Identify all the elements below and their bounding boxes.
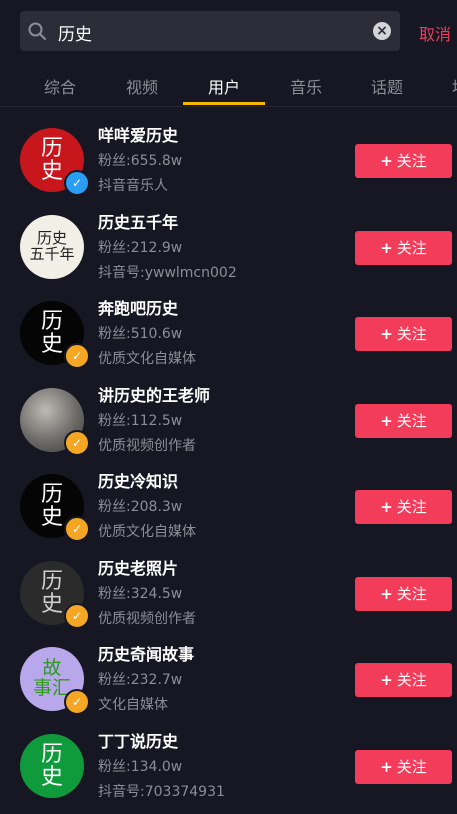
avatar-logo-text: 历史 五千年: [29, 229, 75, 263]
follow-label: 关注: [396, 239, 427, 257]
user-row[interactable]: 历史 五千年 历史五千年 粉丝:212.9w 抖音号:ywwlmcn002 + 关注: [0, 209, 457, 295]
user-description: 优质视频创作者: [98, 438, 196, 454]
cancel-button[interactable]: 取消: [419, 21, 451, 45]
tab-users[interactable]: 用户: [208, 74, 240, 98]
user-fans: 粉丝:232.7w: [98, 672, 183, 688]
checkmark-icon: ✓: [64, 430, 90, 456]
clear-icon[interactable]: ×: [373, 22, 391, 40]
tab-videos[interactable]: 视频: [126, 74, 158, 98]
follow-label: 关注: [396, 671, 427, 689]
follow-button[interactable]: + 关注: [355, 231, 452, 265]
follow-label: 关注: [396, 585, 427, 603]
plus-icon: +: [380, 498, 393, 516]
search-icon: [28, 22, 46, 40]
user-row[interactable]: 历史 ✓ 奔跑吧历史粉丝:510.6w 优质文化自媒体 + 关注: [0, 295, 457, 381]
avatar[interactable]: 历史 五千年: [20, 215, 84, 279]
follow-button[interactable]: + 关注: [355, 663, 452, 697]
user-row[interactable]: 历史 ✓ 咩咩爱历史粉丝:655.8w 抖音音乐人 + 关注: [0, 122, 457, 208]
user-fans: 粉丝:212.9w: [98, 240, 183, 256]
checkmark-icon: ✓: [64, 343, 90, 369]
avatar[interactable]: 历史: [20, 734, 84, 798]
avatar-logo-text: 历史: [40, 568, 63, 617]
user-description: 优质视频创作者: [98, 611, 196, 627]
tab-bar: 综合 视频 用户 音乐 话题 地: [0, 66, 457, 106]
follow-label: 关注: [396, 758, 427, 776]
checkmark-icon: ✓: [64, 603, 90, 629]
checkmark-icon: ✓: [64, 170, 90, 196]
follow-label: 关注: [396, 498, 427, 516]
user-fans: 粉丝:112.5w: [98, 413, 183, 429]
search-input[interactable]: 历史: [58, 20, 92, 45]
user-row[interactable]: 历史 ✓ 历史冷知识粉丝:208.3w 优质文化自媒体 + 关注: [0, 468, 457, 554]
user-name[interactable]: 历史老照片: [98, 555, 178, 579]
follow-label: 关注: [396, 152, 427, 170]
user-description: 文化自媒体: [98, 697, 168, 713]
plus-icon: +: [380, 758, 393, 776]
avatar-logo-text: 故事汇: [32, 657, 71, 699]
checkmark-icon: ✓: [64, 516, 90, 542]
plus-icon: +: [380, 671, 393, 689]
user-name[interactable]: 丁丁说历史: [98, 728, 178, 752]
user-fans: 粉丝:134.0w: [98, 759, 183, 775]
follow-button[interactable]: + 关注: [355, 490, 452, 524]
user-name[interactable]: 历史冷知识: [98, 468, 178, 492]
plus-icon: +: [380, 239, 393, 257]
user-name[interactable]: 历史奇闻故事: [98, 641, 194, 665]
user-description: 优质文化自媒体: [98, 351, 196, 367]
follow-button[interactable]: + 关注: [355, 750, 452, 784]
tab-places[interactable]: 地: [452, 74, 457, 98]
user-name[interactable]: 奔跑吧历史: [98, 295, 178, 319]
search-bar[interactable]: 历史 ×: [20, 11, 400, 51]
user-description: 优质文化自媒体: [98, 524, 196, 540]
follow-label: 关注: [396, 412, 427, 430]
user-description: 抖音号:ywwlmcn002: [98, 265, 237, 281]
follow-label: 关注: [396, 325, 427, 343]
user-fans: 粉丝:655.8w: [98, 153, 183, 169]
plus-icon: +: [380, 412, 393, 430]
user-name[interactable]: 咩咩爱历史: [98, 122, 178, 146]
avatar-logo-text: 历史: [40, 481, 63, 530]
user-fans: 粉丝:510.6w: [98, 326, 183, 342]
avatar-logo-text: 历史: [40, 308, 63, 357]
checkmark-icon: ✓: [64, 689, 90, 715]
user-name[interactable]: 历史五千年: [98, 209, 178, 233]
tab-topics[interactable]: 话题: [371, 74, 403, 98]
plus-icon: +: [380, 152, 393, 170]
follow-button[interactable]: + 关注: [355, 577, 452, 611]
active-tab-indicator: [183, 102, 265, 105]
divider: [0, 106, 457, 107]
plus-icon: +: [380, 325, 393, 343]
user-row[interactable]: 历史 ✓ 历史老照片粉丝:324.5w 优质视频创作者 + 关注: [0, 555, 457, 641]
follow-button[interactable]: + 关注: [355, 404, 452, 438]
user-row[interactable]: 历史 丁丁说历史粉丝:134.0w 抖音号:703374931 + 关注: [0, 728, 457, 814]
user-row[interactable]: ✓ 讲历史的王老师粉丝:112.5w 优质视频创作者 + 关注: [0, 382, 457, 468]
user-description: 抖音号:703374931: [98, 784, 225, 800]
avatar-logo-text: 历史: [40, 741, 63, 790]
user-fans: 粉丝:324.5w: [98, 586, 183, 602]
follow-button[interactable]: + 关注: [355, 144, 452, 178]
user-name[interactable]: 讲历史的王老师: [98, 382, 210, 406]
tab-general[interactable]: 综合: [44, 74, 76, 98]
user-fans: 粉丝:208.3w: [98, 499, 183, 515]
plus-icon: +: [380, 585, 393, 603]
tab-music[interactable]: 音乐: [290, 74, 322, 98]
avatar-logo-text: 历史: [40, 135, 63, 184]
user-description: 抖音音乐人: [98, 178, 168, 194]
follow-button[interactable]: + 关注: [355, 317, 452, 351]
user-row[interactable]: 故事汇 ✓ 历史奇闻故事粉丝:232.7w 文化自媒体 + 关注: [0, 641, 457, 727]
